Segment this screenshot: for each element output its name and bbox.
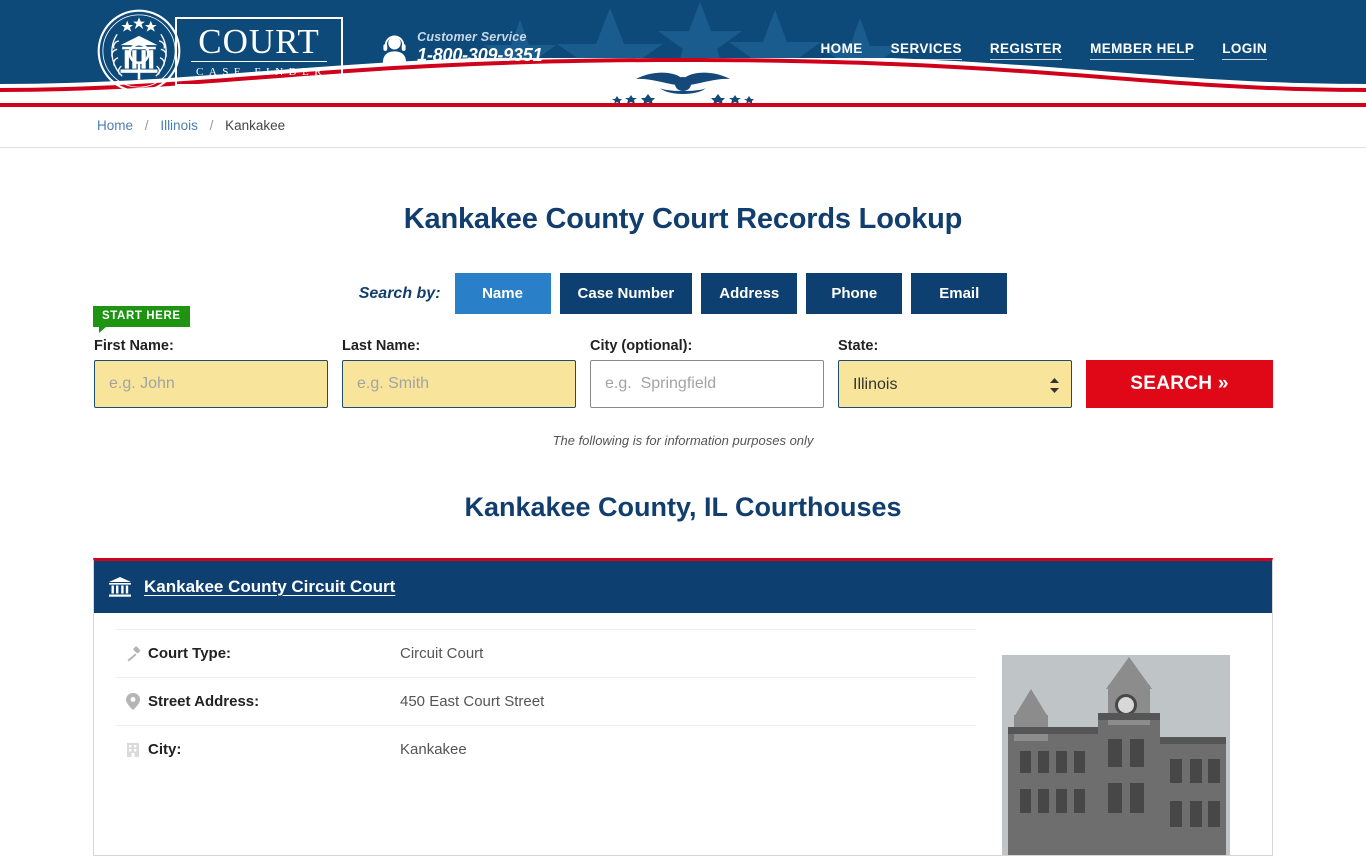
last-name-input[interactable] (342, 360, 576, 408)
gavel-icon (126, 645, 148, 662)
row-value: 450 East Court Street (400, 693, 545, 710)
table-row: City: Kankakee (116, 725, 976, 773)
first-name-label: First Name: (94, 338, 174, 354)
table-row: Court Type: Circuit Court (116, 629, 976, 677)
row-label: Court Type: (148, 645, 232, 662)
nav-item-home[interactable]: HOME (820, 41, 863, 60)
search-by-tabs: Search by: Name Case Number Address Phon… (93, 273, 1273, 314)
courthouse-card-header: Kankakee County Circuit Court (94, 561, 1272, 613)
tab-phone[interactable]: Phone (806, 273, 903, 314)
page-title: Kankakee County Court Records Lookup (403, 203, 963, 235)
breadcrumb-separator-2: / (209, 117, 214, 133)
courthouse-card-body: Court Type: Circuit Court Street Address… (94, 613, 1272, 855)
row-value: Circuit Court (400, 645, 484, 662)
customer-service-block: Customer Service 1-800-309-9351 (381, 30, 543, 66)
start-here-badge: START HERE (93, 306, 190, 333)
breadcrumb-separator-1: / (144, 117, 149, 133)
nav-item-login[interactable]: LOGIN (1222, 41, 1267, 60)
search-by-label: Search by: (358, 284, 441, 302)
site-header: COURT CASE FINDER Customer Service 1-800… (0, 0, 1366, 103)
building-icon (126, 742, 148, 758)
courthouse-name-link[interactable]: Kankakee County Circuit Court (144, 577, 395, 597)
customer-service-label: Customer Service (417, 30, 527, 44)
bank-columns-icon (109, 577, 131, 597)
breadcrumb-current: Kankakee (225, 117, 286, 133)
tab-address[interactable]: Address (701, 273, 798, 314)
last-name-label: Last Name: (342, 338, 421, 354)
map-pin-icon (126, 693, 148, 710)
city-label: City (optional): (590, 338, 693, 354)
state-select[interactable]: Illinois (838, 360, 1072, 408)
search-button[interactable]: SEARCH » (1086, 360, 1273, 408)
nav-item-services[interactable]: SERVICES (890, 41, 962, 60)
logo-subtitle: CASE FINDER (196, 65, 328, 78)
disclaimer-text: The following is for information purpose… (552, 433, 814, 448)
breadcrumb-bar: Home / Illinois / Kankakee (0, 103, 1366, 148)
first-name-input[interactable] (94, 360, 328, 408)
courthouse-details-table: Court Type: Circuit Court Street Address… (116, 629, 976, 855)
nav-item-member-help[interactable]: MEMBER HELP (1090, 41, 1195, 60)
courthouse-card: Kankakee County Circuit Court Court Type… (93, 558, 1273, 856)
court-seal-icon (97, 9, 181, 93)
city-input[interactable] (590, 360, 824, 408)
nav-item-register[interactable]: REGISTER (989, 41, 1063, 60)
row-label: Street Address: (148, 693, 260, 710)
customer-service-phone[interactable]: 1-800-309-9351 (417, 45, 543, 66)
breadcrumb-home[interactable]: Home (97, 118, 133, 133)
search-form: First Name: Last Name: City (optional): … (93, 338, 1273, 408)
tab-name[interactable]: Name (454, 273, 551, 314)
tab-email[interactable]: Email (911, 273, 1008, 314)
tab-case-number[interactable]: Case Number (559, 273, 693, 314)
courthouse-photo (1002, 655, 1230, 855)
logo-wordmark: COURT (191, 24, 328, 62)
headset-support-icon (383, 35, 407, 63)
main-content: Kankakee County Court Records Lookup Sea… (93, 203, 1273, 856)
state-label: State: (838, 338, 879, 354)
site-logo[interactable]: COURT CASE FINDER (97, 9, 344, 93)
section-title: Kankakee County, IL Courthouses (464, 492, 902, 522)
row-label: City: (148, 741, 182, 758)
table-row: Street Address: 450 East Court Street (116, 677, 976, 725)
breadcrumb: Home / Illinois / Kankakee (93, 118, 1273, 133)
header-red-divider (0, 103, 1366, 107)
breadcrumb-illinois[interactable]: Illinois (160, 118, 198, 133)
row-value: Kankakee (400, 741, 467, 758)
main-nav: HOME SERVICES REGISTER MEMBER HELP LOGIN (820, 41, 1273, 60)
